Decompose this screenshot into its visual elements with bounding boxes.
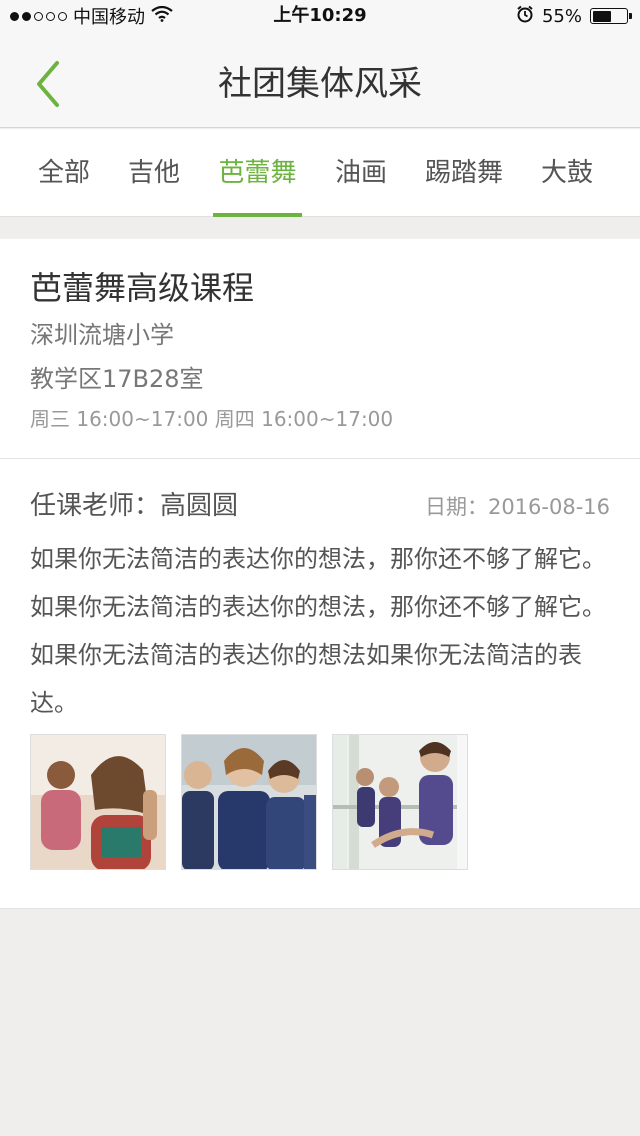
class-schedule: 周三 16:00~17:00 周四 16:00~17:00 [30, 407, 394, 431]
battery-percent: 55% [541, 5, 582, 27]
course-card: 芭蕾舞高级课程 深圳流塘小学 教学区17B28室 周三 16:00~17:00 … [0, 239, 640, 909]
course-title: 芭蕾舞高级课程 [30, 269, 255, 307]
tab-ballet[interactable]: 芭蕾舞 [213, 129, 302, 217]
battery-icon [590, 8, 632, 24]
photo-thumbnail-3[interactable] [332, 734, 468, 870]
post-description: 如果你无法简洁的表达你的想法，那你还不够了解它。如果你无法简洁的表达你的想法，那… [30, 545, 606, 717]
post-date: 日期：2016-08-16 [424, 495, 610, 519]
divider [0, 458, 640, 459]
page-title: 社团集体风采 [218, 64, 422, 104]
tab-tap-dance[interactable]: 踢踏舞 [418, 129, 510, 217]
photo-thumbnail-2[interactable] [181, 734, 317, 870]
alarm-icon [516, 5, 534, 28]
battery-level [592, 10, 611, 22]
tab-all[interactable]: 全部 [28, 129, 100, 217]
classroom: 教学区17B28室 [30, 365, 204, 393]
navigation-bar: 社团集体风采 [0, 40, 640, 128]
photo-thumbnail-1[interactable] [30, 734, 166, 870]
tab-guitar[interactable]: 吉他 [118, 129, 190, 217]
school-name: 深圳流塘小学 [30, 321, 174, 349]
tab-oil-painting[interactable]: 油画 [325, 129, 397, 217]
teacher-name: 任课老师：高圆圆 [30, 491, 239, 521]
tab-drum[interactable]: 大鼓 [530, 129, 604, 217]
photo-gallery [30, 734, 468, 870]
category-tabs: 全部 吉他 芭蕾舞 油画 踢踏舞 大鼓 [0, 129, 640, 217]
status-right: 55% [516, 0, 632, 32]
status-bar: 中国移动 上午10:29 55% [0, 0, 640, 40]
